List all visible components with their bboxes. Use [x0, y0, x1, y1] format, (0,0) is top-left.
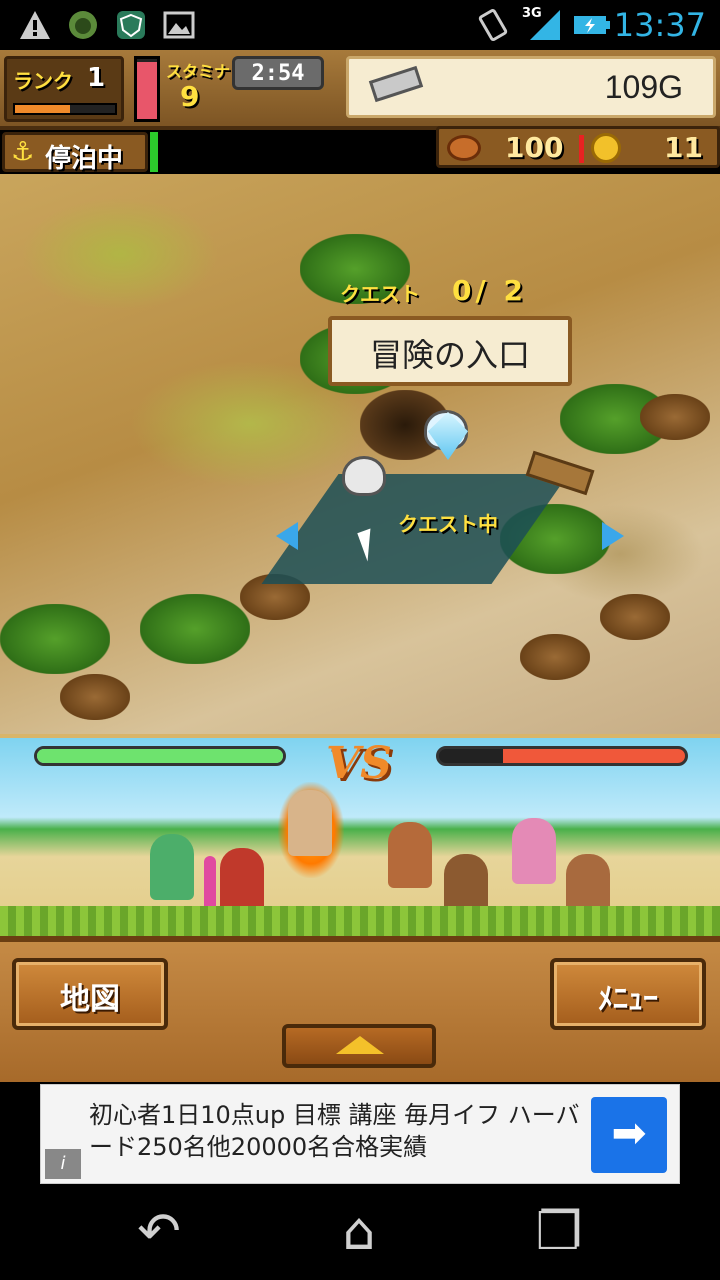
food-divider [579, 135, 584, 163]
player-hp-bar [34, 746, 286, 766]
scroll-right-arrow[interactable] [602, 522, 624, 550]
enemy-sprite [512, 818, 556, 884]
quest-in-progress-label: クエスト中 [398, 512, 498, 536]
recent-apps-icon[interactable]: ❐ [514, 1200, 604, 1264]
world-map[interactable]: クエスト 0/ 2 冒険の入口 クエスト中 [0, 174, 720, 734]
menu-button-label: ﾒﾆｭｰ [598, 982, 658, 1017]
grass-strip [0, 906, 720, 936]
coin-value: 11 [664, 131, 703, 164]
bottom-control-panel: 地図 ﾒﾆｭｰ [0, 936, 720, 1082]
stamina-gauge-fill [137, 62, 157, 119]
rock [640, 394, 710, 440]
player-hp-fill [37, 749, 283, 763]
battle-strip: VS [0, 734, 720, 936]
resource-panel: 100 11 [436, 126, 720, 168]
warning-icon [20, 11, 50, 39]
image-icon [163, 11, 195, 39]
rank-label: ランク [13, 69, 73, 93]
map-button[interactable]: 地図 [12, 958, 168, 1030]
money-panel[interactable]: 109G [346, 56, 716, 118]
stamina-timer: 2:54 [232, 56, 324, 90]
party-member-sprite [220, 848, 264, 914]
meat-icon [447, 135, 481, 161]
docked-status-badge[interactable]: ⚓ 停泊中 [2, 132, 148, 174]
rock [520, 634, 590, 680]
map-button-label: 地図 [60, 982, 120, 1017]
quest-name-sign[interactable]: 冒険の入口 [328, 316, 572, 386]
android-nav-bar: ↶ ⌂ ❐ [0, 1186, 720, 1280]
back-icon[interactable]: ↶ [114, 1200, 204, 1264]
tree-cluster [0, 604, 110, 674]
quest-name: 冒険の入口 [369, 336, 530, 374]
skull-icon [342, 456, 386, 496]
stamina-label: スタミナ [166, 62, 231, 81]
food-value: 100 [505, 131, 564, 164]
menu-button[interactable]: ﾒﾆｭｰ [550, 958, 706, 1030]
rank-progress-bar [13, 103, 117, 115]
tree-cluster [140, 594, 250, 664]
signal-icon [530, 10, 560, 40]
stamina-timer-text: 2:54 [251, 61, 305, 86]
home-icon[interactable]: ⌂ [314, 1200, 404, 1264]
headset-app-icon [69, 11, 97, 39]
ad-arrow-button[interactable]: ➡ [591, 1097, 667, 1173]
enemy-hp-fill [502, 749, 685, 763]
status-bar: 3G 13:37 [0, 0, 720, 50]
rank-progress-fill [15, 105, 70, 113]
silver-bar-icon [368, 65, 424, 103]
chevron-up-icon [336, 1036, 384, 1054]
rank-value: 1 [87, 63, 106, 93]
rock [600, 594, 670, 640]
rank-panel[interactable]: ランク 1 [4, 56, 124, 122]
info-icon[interactable]: i [45, 1149, 81, 1179]
battery-charging-icon [574, 16, 610, 34]
docked-status-text: 停泊中 [45, 144, 124, 174]
stamina-gauge [134, 56, 160, 122]
anchor-icon: ⚓ [11, 137, 35, 167]
docked-indicator-bar [150, 132, 158, 172]
status-time: 13:37 [613, 6, 706, 44]
enemy-hp-bar [436, 746, 688, 766]
ad-banner[interactable]: 初心者1日10点up 目標 講座 毎月イフ ハーバード250名他20000名合格… [40, 1084, 680, 1184]
rock [60, 674, 130, 720]
top-hud: ランク 1 スタミナ 9 2:54 109G [0, 50, 720, 130]
expand-panel-button[interactable] [282, 1024, 436, 1068]
shield-app-icon [117, 11, 145, 39]
hero-sprite [288, 790, 332, 856]
enemy-sprite [388, 822, 432, 888]
quest-counter-label: クエスト [340, 282, 420, 306]
gold-coin-icon [591, 133, 621, 163]
vibrate-icon [478, 8, 508, 42]
money-value: 109G [604, 69, 683, 105]
ad-text: 初心者1日10点up 目標 講座 毎月イフ ハーバード250名他20000名合格… [89, 1101, 580, 1161]
stamina-value: 9 [180, 80, 200, 113]
party-member-sprite [150, 834, 194, 900]
quest-counter-value: 0/ 2 [452, 274, 527, 307]
scroll-left-arrow[interactable] [276, 522, 298, 550]
